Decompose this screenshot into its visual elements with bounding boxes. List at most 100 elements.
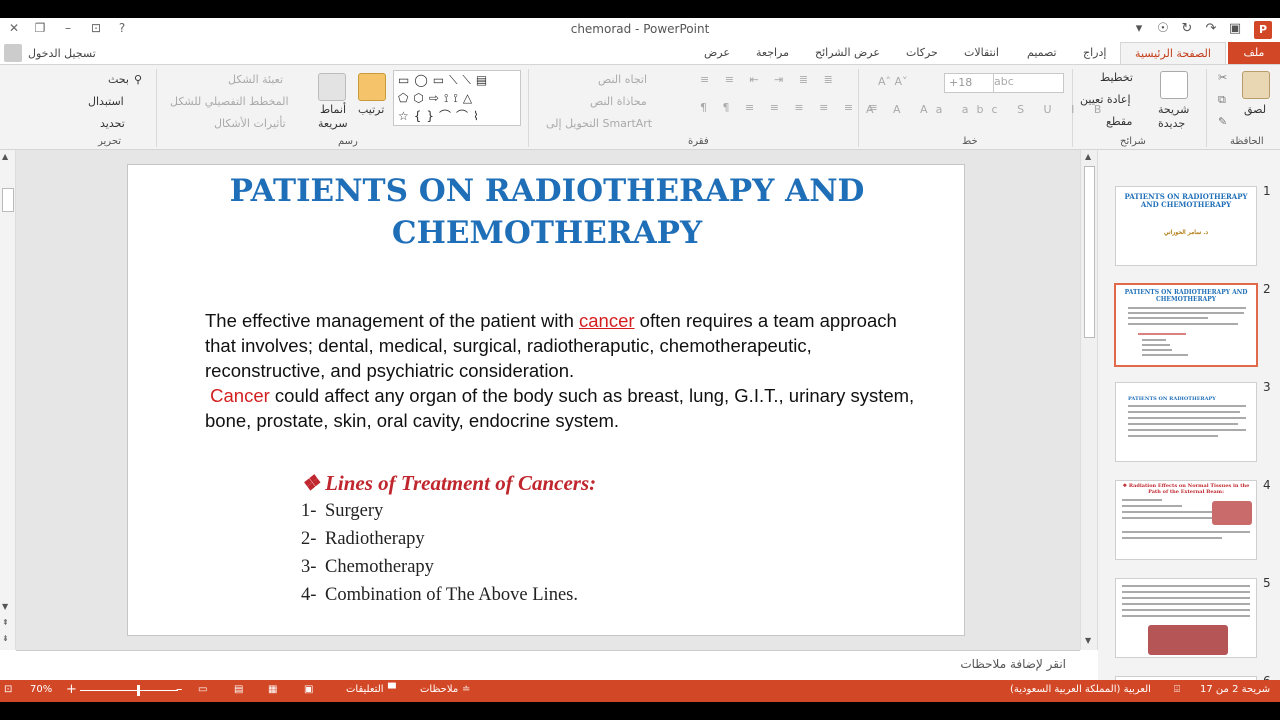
highlighted-word: Cancer xyxy=(210,385,270,406)
zoom-in-icon[interactable]: + xyxy=(66,682,77,697)
binoculars-icon[interactable]: ⚲ xyxy=(134,73,142,86)
new-slide-button-line2[interactable]: جديدة xyxy=(1158,117,1185,130)
slide-canvas[interactable]: PATIENTS ON RADIOTHERAPY AND CHEMOTHERAP… xyxy=(127,164,965,636)
restore-icon[interactable]: ❐ xyxy=(30,21,50,35)
shape-outline-button[interactable]: المخطط التفصيلي للشكل xyxy=(170,95,289,108)
align-text-button[interactable]: محاذاة النص xyxy=(590,95,647,108)
highlighted-word: cancer xyxy=(579,310,635,331)
scroll-thumb[interactable] xyxy=(1084,166,1095,338)
scroll-down-icon[interactable]: ▼ xyxy=(1085,636,1091,645)
treatment-list-item[interactable]: 4- Combination of The Above Lines. xyxy=(301,585,578,606)
thumbnail-text-line xyxy=(1128,429,1246,431)
slide-sorter-icon[interactable]: ▦ xyxy=(268,684,277,695)
cut-icon[interactable]: ✂ xyxy=(1218,71,1227,84)
layout-button[interactable]: تخطيط xyxy=(1100,71,1133,84)
slideshow-view-icon[interactable]: ▭ xyxy=(198,684,207,695)
fit-slide-icon[interactable]: ⊡ xyxy=(4,684,12,695)
slide-title-line2[interactable]: CHEMOTHERAPY xyxy=(128,215,966,251)
slide-thumbnail[interactable]: PATIENTS ON RADIOTHERAPY xyxy=(1115,382,1257,462)
font-size-up-icon[interactable]: A˄ A˅ xyxy=(878,75,908,88)
find-button[interactable]: بحث xyxy=(108,73,129,86)
treatment-list-item[interactable]: 3- Chemotherapy xyxy=(301,557,434,578)
treatment-heading[interactable]: ❖ Lines of Treatment of Cancers: xyxy=(301,471,596,496)
paste-icon[interactable] xyxy=(1242,71,1270,99)
new-slide-icon[interactable] xyxy=(1160,71,1188,99)
copy-icon[interactable]: ⧉ xyxy=(1218,93,1226,107)
thumbnail-text-line xyxy=(1128,307,1246,309)
align-icons[interactable]: ¶ ¶ ≡ ≡ ≡ ≡ ≡ ≡ xyxy=(700,101,884,114)
avatar[interactable] xyxy=(4,44,22,62)
body-paragraph-line[interactable]: The effective management of the patient … xyxy=(205,310,897,332)
shape-fill-button[interactable]: تعبئة الشكل xyxy=(228,73,283,86)
comments-button[interactable]: التعليقات xyxy=(346,684,384,695)
quick-styles-button[interactable]: أنماط xyxy=(320,103,346,116)
sign-in-link[interactable]: تسجيل الدخول xyxy=(28,47,96,60)
arrange-icon[interactable] xyxy=(358,73,386,101)
scroll-down-icon[interactable]: ▼ xyxy=(2,602,8,611)
notes-pane[interactable]: انقر لإضافة ملاحظات xyxy=(16,650,1080,680)
scroll-up-icon[interactable]: ▲ xyxy=(1085,152,1091,161)
quick-styles-icon[interactable] xyxy=(318,73,346,101)
body-paragraph-line[interactable]: that involves; dental, medical, surgical… xyxy=(205,335,812,357)
paste-button[interactable]: لصق xyxy=(1244,103,1266,116)
treatment-list-item[interactable]: 2- Radiotherapy xyxy=(301,529,425,550)
help-icon[interactable]: ? xyxy=(112,21,132,35)
slide-thumbnail[interactable]: PATIENTS ON RADIOTHERAPY AND CHEMOTHERAP… xyxy=(1115,186,1257,266)
format-painter-icon[interactable]: ✎ xyxy=(1218,115,1227,128)
slide-thumbnail[interactable]: ❖ Radiation Effects on Normal Tissues in… xyxy=(1115,480,1257,560)
zoom-level[interactable]: 70% xyxy=(30,684,52,695)
tab-home[interactable]: الصفحة الرئيسية xyxy=(1120,42,1226,65)
clear-format-icon[interactable]: abc xyxy=(994,75,1014,88)
shape-effects-button[interactable]: تأثيرات الأشكال xyxy=(214,117,286,130)
body-paragraph-line[interactable]: Cancer could affect any organ of the bod… xyxy=(205,385,914,407)
tab-slideshow[interactable]: عرض الشرائح xyxy=(815,46,880,59)
arrange-button[interactable]: ترتيب xyxy=(358,103,384,116)
section-button[interactable]: مقطع xyxy=(1106,115,1132,128)
zoom-out-icon[interactable]: – xyxy=(176,682,183,697)
zoom-slider-knob[interactable] xyxy=(137,685,140,696)
tab-view[interactable]: عرض xyxy=(704,46,730,59)
normal-view-icon[interactable]: ▣ xyxy=(304,684,313,695)
shapes-gallery[interactable]: ▭◯▭⟍⟍▤ ⬠⬡⇨⟟⟟△ ☆{}⌒⌒⌇ xyxy=(393,70,521,126)
thumbnail-title: PATIENTS ON RADIOTHERAPY AND CHEMOTHERAP… xyxy=(1124,289,1248,303)
tab-animations[interactable]: حركات xyxy=(906,46,938,59)
list-icons[interactable]: ≡ ≡ ⇤ ⇥ ≣ ≣ xyxy=(700,73,839,86)
quick-styles-button-line2[interactable]: سريعة xyxy=(318,117,348,130)
scroll-thumb[interactable] xyxy=(2,188,14,212)
spelling-icon[interactable]: ⌹ xyxy=(1174,684,1180,695)
ribbon: لصق ✂ ⧉ ✎ الحافظة شريحة جديدة تخطيط إعاد… xyxy=(0,64,1280,150)
scroll-up-icon[interactable]: ▲ xyxy=(2,152,8,161)
slide-thumbnail-selected[interactable]: PATIENTS ON RADIOTHERAPY AND CHEMOTHERAP… xyxy=(1114,283,1258,367)
ribbon-display-icon[interactable]: ⊡ xyxy=(86,21,106,35)
font-size-box[interactable]: +18 xyxy=(944,73,994,93)
tab-review[interactable]: مراجعة xyxy=(756,46,789,59)
slide-thumbnail[interactable] xyxy=(1115,578,1257,658)
left-scrollbar[interactable]: ▲ ▼ ⇞ ⇟ xyxy=(0,150,16,650)
notes-placeholder[interactable]: انقر لإضافة ملاحظات xyxy=(960,657,1066,671)
tab-file[interactable]: ملف xyxy=(1228,42,1280,64)
text-direction-button[interactable]: اتجاه النص xyxy=(598,73,647,86)
slide-title-line1[interactable]: PATIENTS ON RADIOTHERAPY AND xyxy=(128,173,966,209)
thumbnail-text-line xyxy=(1122,615,1250,617)
thumbnail-text-line xyxy=(1128,405,1246,407)
convert-smartart-button[interactable]: التحويل إلى SmartArt xyxy=(546,117,652,130)
new-slide-button[interactable]: شريحة xyxy=(1158,103,1189,116)
thumbnail-scrollbar[interactable]: ▲ ▼ xyxy=(1080,150,1098,650)
tab-design[interactable]: تصميم xyxy=(1027,46,1057,59)
close-icon[interactable]: ✕ xyxy=(4,21,24,35)
treatment-list-item[interactable]: 1- Surgery xyxy=(301,501,383,522)
select-button[interactable]: تحديد xyxy=(100,117,125,130)
font-format-icons[interactable]: A A Aa abc S U I B xyxy=(866,103,1109,116)
body-paragraph-line[interactable]: bone, prostate, skin, oral cavity, endoc… xyxy=(205,410,619,432)
notes-button[interactable]: ملاحظات xyxy=(420,684,458,695)
replace-button[interactable]: استبدال xyxy=(88,95,124,108)
zoom-slider[interactable] xyxy=(80,690,178,691)
tab-insert[interactable]: إدراج xyxy=(1083,46,1106,59)
prev-slide-icon[interactable]: ⇞ xyxy=(2,618,9,627)
tab-transitions[interactable]: انتقالات xyxy=(964,46,999,59)
next-slide-icon[interactable]: ⇟ xyxy=(2,634,9,643)
minimize-icon[interactable]: – xyxy=(58,21,78,35)
body-paragraph-line[interactable]: reconstructive, and psychiatric consider… xyxy=(205,360,574,382)
reading-view-icon[interactable]: ▤ xyxy=(234,684,243,695)
language-indicator[interactable]: العربية (المملكة العربية السعودية) xyxy=(1010,684,1151,695)
